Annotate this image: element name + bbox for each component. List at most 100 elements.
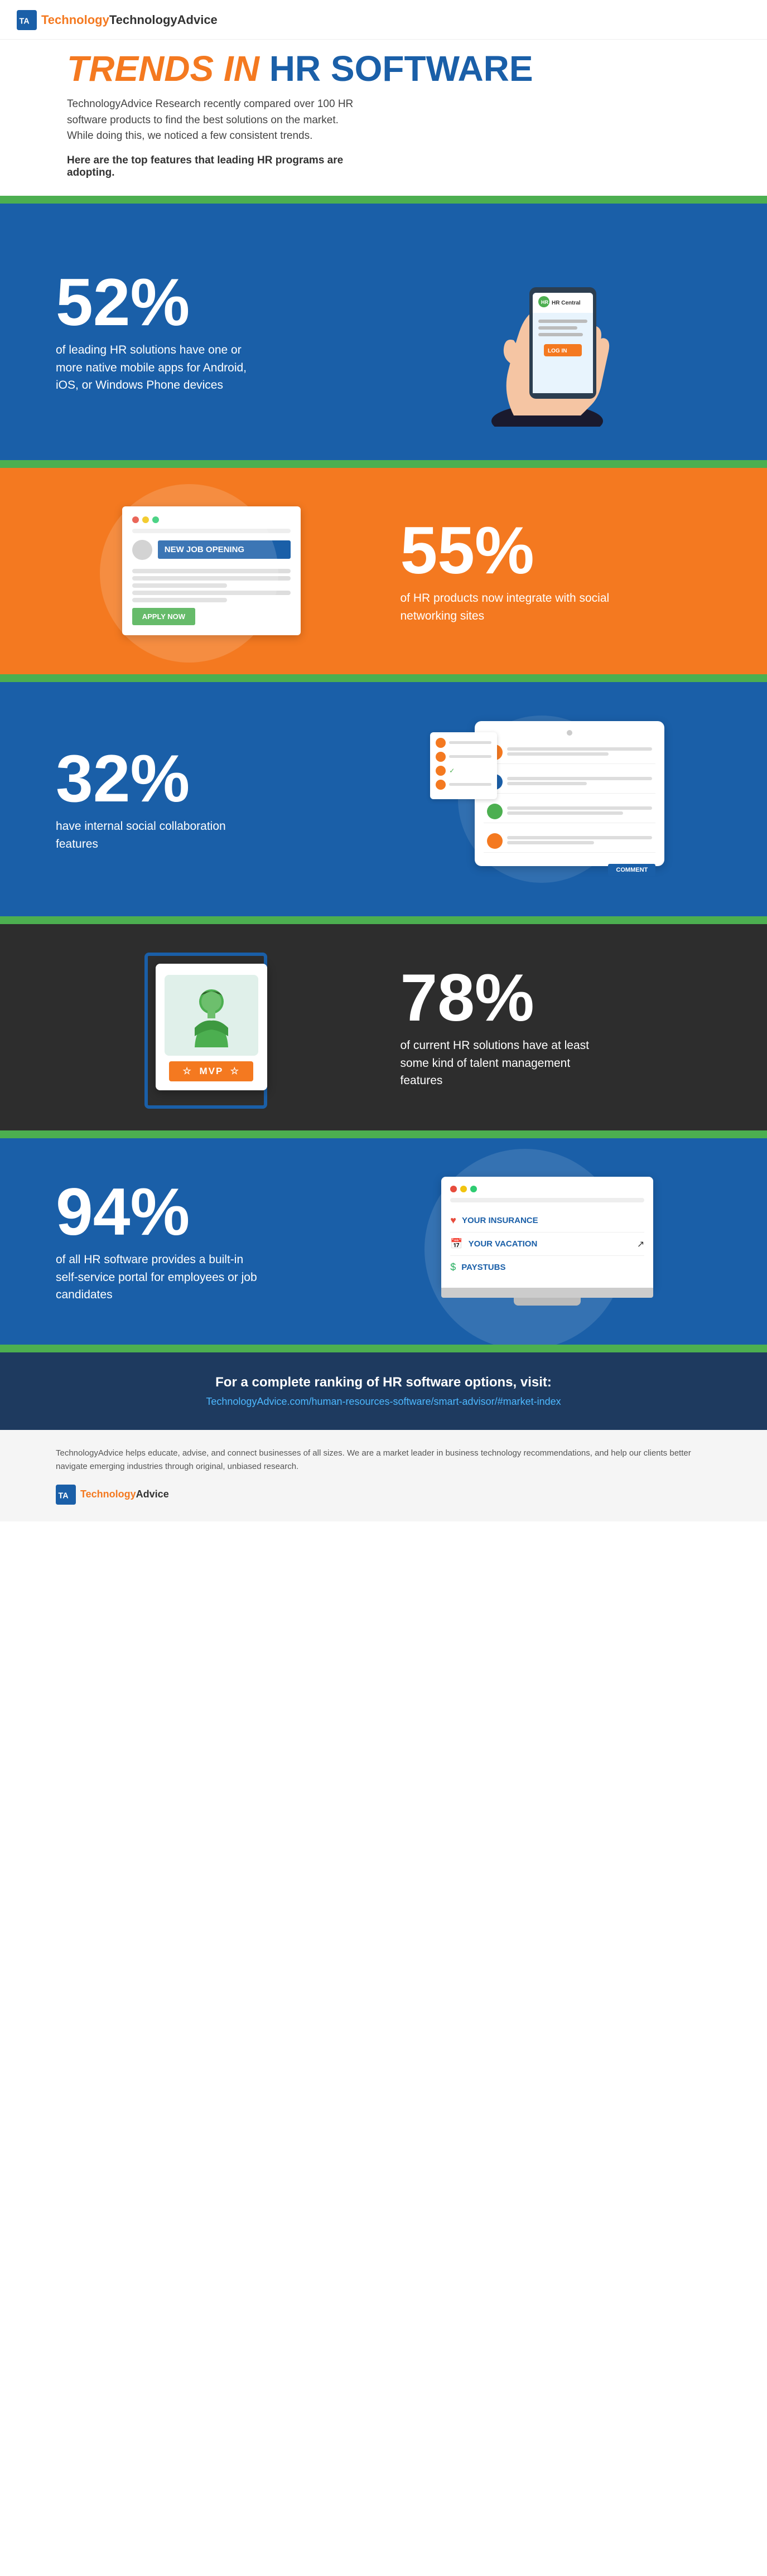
cursor-icon: ↗ (637, 1239, 644, 1250)
laptop-dot-yellow (460, 1186, 467, 1192)
section-internal-social: 32% have internal social collaboration f… (0, 682, 767, 916)
section-social-network: NEW JOB OPENING APPLY NOW 55% of HR prod… (0, 468, 767, 674)
section5-description: of all HR software provides a built-in s… (56, 1251, 268, 1304)
section-talent-management: ☆ MVP ☆ 78% of current HR solutions have… (0, 924, 767, 1130)
footer-cta-section: For a complete ranking of HR software op… (0, 1352, 767, 1430)
green-divider-4 (0, 916, 767, 924)
intro-body: TechnologyAdvice Research recently compa… (67, 96, 357, 144)
footer-cta-link[interactable]: TechnologyAdvice.com/human-resources-sof… (56, 1396, 711, 1408)
laptop-menu-item-insurance: ♥ YOUR INSURANCE (450, 1209, 644, 1233)
laptop-menu-item-vacation: 📅 YOUR VACATION ↗ (450, 1233, 644, 1256)
section4-description: of current HR solutions have at least so… (401, 1037, 612, 1090)
tablet-person-row-2 (484, 771, 655, 794)
tablet-line-4 (507, 782, 587, 785)
doc-avatar-4 (436, 780, 446, 790)
tablet-body: COMMENT (475, 721, 664, 866)
doc-avatar-3 (436, 766, 446, 776)
doc-overlay: ✓ (430, 732, 497, 799)
green-divider (0, 196, 767, 204)
insurance-label: YOUR INSURANCE (462, 1216, 538, 1225)
doc-row-4 (436, 780, 491, 790)
tablet-person-row-1 (484, 741, 655, 764)
logo-text-advice: TechnologyAdvice (109, 13, 218, 27)
svg-text:TA: TA (59, 1491, 69, 1500)
tablet-person-lines-2 (507, 777, 652, 787)
footer-cta-heading: For a complete ranking of HR software op… (56, 1375, 711, 1390)
tablet-container: ✓ (430, 716, 664, 883)
main-title: TRENDS IN HR SOFTWARE (67, 51, 700, 86)
logo-text: TechnologyTechnologyAdvice (41, 13, 218, 27)
tablet-line-3 (507, 777, 652, 780)
section2-percent: 55% (401, 517, 712, 584)
header: TA TechnologyTechnologyAdvice (0, 0, 767, 40)
laptop-url-bar (450, 1198, 644, 1202)
green-divider-2 (0, 460, 767, 468)
ta-logo-icon: TA (17, 10, 37, 30)
green-divider-5 (0, 1130, 767, 1138)
svg-text:HR: HR (541, 299, 548, 305)
paystubs-label: PAYSTUBS (461, 1263, 505, 1272)
tablet-avatar-4 (487, 833, 503, 849)
tablet-line-5 (507, 806, 652, 810)
section5-percent: 94% (56, 1178, 384, 1245)
tablet-person-row-3 (484, 800, 655, 823)
mvp-icon-left: ☆ (182, 1066, 192, 1076)
logo-text-ta: Technology (41, 13, 109, 27)
calendar-icon: 📅 (450, 1238, 462, 1250)
laptop-dot-green (470, 1186, 477, 1192)
doc-line-1 (449, 741, 491, 744)
footer-about-section: TechnologyAdvice helps educate, advise, … (0, 1430, 767, 1521)
svg-text:LOG IN: LOG IN (548, 348, 567, 354)
laptop-stand (514, 1298, 581, 1306)
section1-text: 52% of leading HR solutions have one or … (56, 269, 384, 394)
doc-check: ✓ (449, 767, 455, 775)
circle-decoration (100, 484, 278, 663)
mvp-icon-right: ☆ (230, 1066, 240, 1076)
tablet-line-2 (507, 752, 609, 756)
tablet-camera (567, 730, 572, 736)
laptop-screen: ♥ YOUR INSURANCE 📅 YOUR VACATION ↗ $ PAY… (441, 1177, 653, 1288)
tablet-line-6 (507, 811, 623, 815)
section3-description: have internal social collaboration featu… (56, 818, 268, 853)
tablet-person-lines-1 (507, 747, 652, 757)
laptop-menu-item-paystubs: $ PAYSTUBS (450, 1256, 644, 1279)
mvp-person-bg (165, 975, 258, 1056)
section2-text: 55% of HR products now integrate with so… (367, 517, 712, 625)
mvp-label: ☆ MVP ☆ (169, 1061, 253, 1081)
dollar-icon: $ (450, 1262, 456, 1273)
section4-text: 78% of current HR solutions have at leas… (367, 964, 712, 1090)
comment-button: COMMENT (608, 864, 655, 876)
green-divider-3 (0, 674, 767, 682)
section4-percent: 78% (401, 964, 712, 1031)
section-mobile-apps: 52% of leading HR solutions have one or … (0, 204, 767, 460)
section3-text: 32% have internal social collaboration f… (56, 745, 384, 853)
section2-illustration: NEW JOB OPENING APPLY NOW (56, 506, 367, 635)
tablet-person-row-4 (484, 830, 655, 853)
tablet-line-7 (507, 836, 652, 839)
footer-logo-ta: Technology (80, 1488, 136, 1500)
laptop-dot-red (450, 1186, 457, 1192)
doc-avatar-1 (436, 738, 446, 748)
vacation-label: YOUR VACATION (469, 1239, 538, 1249)
heart-icon: ♥ (450, 1215, 456, 1226)
doc-avatar-2 (436, 752, 446, 762)
person-svg (184, 986, 239, 1047)
section2-description: of HR products now integrate with social… (401, 589, 612, 625)
title-hr-software: HR SOFTWARE (269, 49, 533, 89)
tablet-person-lines-4 (507, 836, 652, 846)
laptop-browser-dots (450, 1186, 644, 1192)
tablet-person-lines-3 (507, 806, 652, 816)
section5-text: 94% of all HR software provides a built-… (56, 1178, 384, 1304)
footer-logo-text: TechnologyAdvice (80, 1488, 169, 1500)
section3-illustration: ✓ (384, 716, 712, 883)
tablet-line-8 (507, 841, 594, 844)
section-self-service: 94% of all HR software provides a built-… (0, 1138, 767, 1345)
section1-description: of leading HR solutions have one or more… (56, 341, 268, 394)
mvp-card: ☆ MVP ☆ (156, 964, 267, 1090)
svg-text:HR Central: HR Central (552, 300, 581, 306)
phone-illustration: HR HR Central LOG IN (469, 237, 625, 427)
tablet-avatar-3 (487, 804, 503, 819)
svg-text:TA: TA (20, 17, 30, 26)
tablet-line-1 (507, 747, 652, 751)
title-trends-in: TRENDS IN (67, 49, 259, 89)
